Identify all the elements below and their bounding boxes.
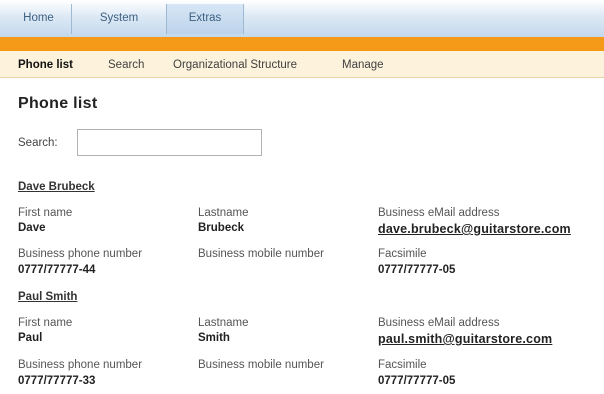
subnav-search[interactable]: Search <box>108 59 144 71</box>
email-label: Business eMail address <box>378 207 500 219</box>
phone-value: 0777/77777-33 <box>18 375 96 387</box>
phone-label: Business phone number <box>18 248 143 260</box>
contact-name-link[interactable]: Paul Smith <box>18 291 77 303</box>
email-link[interactable]: paul.smith@guitarstore.com <box>378 332 552 346</box>
lastname-label: Lastname <box>198 317 249 329</box>
first-name-value: Paul <box>18 332 43 344</box>
fax-label: Facsimile <box>378 248 427 260</box>
phone-label: Business phone number <box>18 359 143 371</box>
email-label: Business eMail address <box>378 317 500 329</box>
first-name-label: First name <box>18 207 73 219</box>
search-input[interactable] <box>77 129 262 156</box>
top-nav-bar: Home System Extras <box>0 0 604 37</box>
tab-extras[interactable]: Extras <box>166 4 244 34</box>
mobile-label: Business mobile number <box>198 248 324 260</box>
first-name-value: Dave <box>18 222 46 234</box>
lastname-label: Lastname <box>198 207 249 219</box>
sub-nav-bar: Phone list Search Organizational Structu… <box>0 51 604 78</box>
lastname-value: Brubeck <box>198 222 245 234</box>
tab-home[interactable]: Home <box>6 4 72 34</box>
subnav-organizational-structure[interactable]: Organizational Structure <box>173 59 297 71</box>
subnav-phone-list[interactable]: Phone list <box>18 59 73 71</box>
phone-value: 0777/77777-44 <box>18 264 96 276</box>
tab-system[interactable]: System <box>73 4 165 34</box>
first-name-label: First name <box>18 317 73 329</box>
email-link[interactable]: dave.brubeck@guitarstore.com <box>378 222 571 236</box>
page-title: Phone list <box>18 95 98 112</box>
accent-strip <box>0 37 604 51</box>
search-label: Search: <box>18 137 58 149</box>
mobile-label: Business mobile number <box>198 359 324 371</box>
fax-value: 0777/77777-05 <box>378 264 456 276</box>
fax-label: Facsimile <box>378 359 427 371</box>
lastname-value: Smith <box>198 332 230 344</box>
subnav-manage[interactable]: Manage <box>342 59 384 71</box>
contact-name-link[interactable]: Dave Brubeck <box>18 181 95 193</box>
fax-value: 0777/77777-05 <box>378 375 456 387</box>
